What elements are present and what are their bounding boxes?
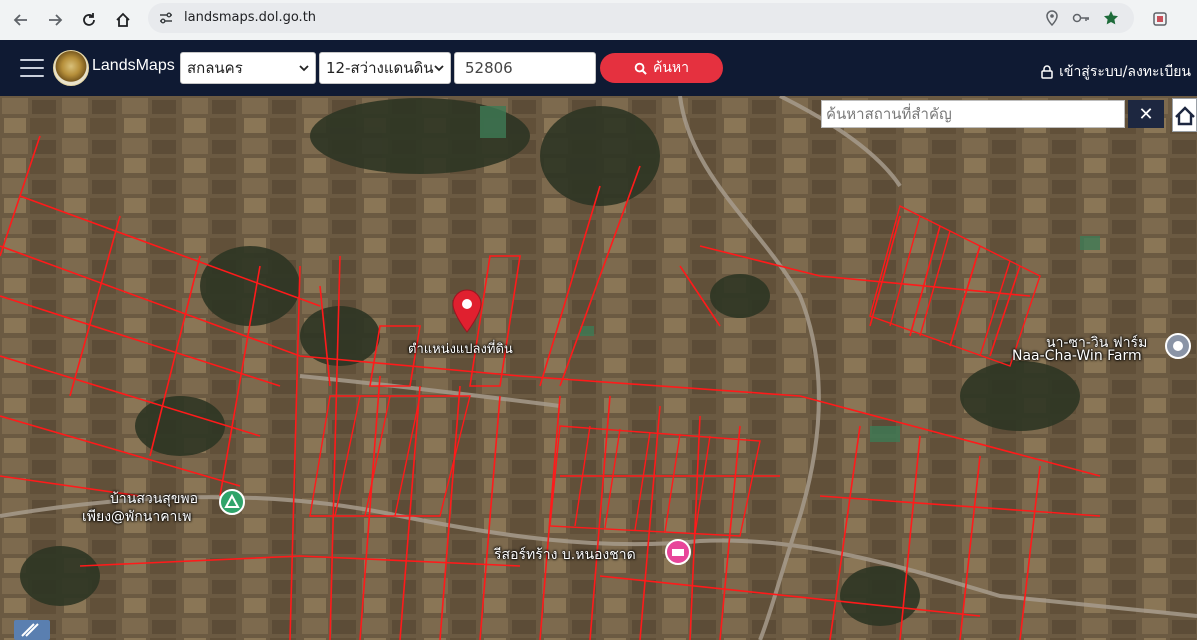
- brand-name: LandsMaps: [92, 57, 175, 74]
- chevron-down-icon: [434, 65, 444, 72]
- close-icon[interactable]: ✕: [1128, 100, 1164, 128]
- poi-marker-icon[interactable]: [1164, 332, 1192, 360]
- search-icon: [634, 62, 647, 75]
- browser-toolbar: landsmaps.dol.go.th: [0, 0, 1197, 40]
- reload-icon[interactable]: [77, 8, 101, 32]
- district-select-value: 12-สว่างแดนดิน: [326, 59, 434, 77]
- chevron-down-icon: [299, 65, 309, 72]
- location-pin-icon[interactable]: [450, 288, 484, 334]
- hotel-marker-icon[interactable]: [664, 538, 692, 566]
- district-select[interactable]: 12-สว่างแดนดิน: [319, 52, 451, 84]
- url-text: landsmaps.dol.go.th: [184, 10, 317, 25]
- satellite-map[interactable]: ค้นหาสถานที่สำคัญ ✕ ตำแหน่งแปลงที่ดิน นา…: [0, 96, 1197, 640]
- extension-icon[interactable]: [1152, 10, 1170, 28]
- layers-toggle-button[interactable]: [14, 620, 50, 640]
- login-link-label: เข้าสู่ระบบ/ลงทะเบียน: [1059, 64, 1191, 80]
- place-search-input[interactable]: ค้นหาสถานที่สำคัญ: [821, 100, 1125, 128]
- menu-icon[interactable]: [20, 59, 44, 77]
- site-settings-icon[interactable]: [158, 10, 174, 26]
- key-icon[interactable]: [1072, 10, 1090, 26]
- home-view-button[interactable]: [1172, 98, 1197, 132]
- home-icon: [1175, 106, 1195, 126]
- province-select-value: สกลนคร: [187, 59, 243, 77]
- campground-marker-icon[interactable]: [218, 488, 246, 516]
- back-arrow-icon[interactable]: [9, 8, 33, 32]
- login-link[interactable]: เข้าสู่ระบบ/ลงทะเบียน: [1041, 61, 1191, 83]
- province-select[interactable]: สกลนคร: [180, 52, 316, 84]
- app-header: LandsMaps สกลนคร 12-สว่างแดนดิน 52806 ค้…: [0, 40, 1197, 96]
- pin-label: ตำแหน่งแปลงที่ดิน: [408, 342, 513, 357]
- star-icon[interactable]: [1103, 10, 1119, 26]
- address-bar[interactable]: landsmaps.dol.go.th: [148, 3, 1134, 33]
- poi-label-line2: Naa-Cha-Win Farm: [1012, 348, 1142, 364]
- forward-arrow-icon[interactable]: [43, 8, 67, 32]
- home-icon[interactable]: [111, 8, 135, 32]
- location-icon[interactable]: [1044, 10, 1060, 26]
- ruler-icon: [21, 623, 39, 637]
- poi-label-line2: เพียง@พักนาคาเพ: [82, 509, 192, 525]
- search-button[interactable]: ค้นหา: [600, 53, 723, 83]
- poi-label-line1: รีสอร์ทร้าง บ.หนองชาด: [494, 547, 636, 563]
- parcel-number-input[interactable]: 52806: [454, 52, 596, 84]
- lock-icon: [1041, 65, 1053, 79]
- search-button-label: ค้นหา: [652, 60, 690, 76]
- dol-logo: [53, 50, 89, 86]
